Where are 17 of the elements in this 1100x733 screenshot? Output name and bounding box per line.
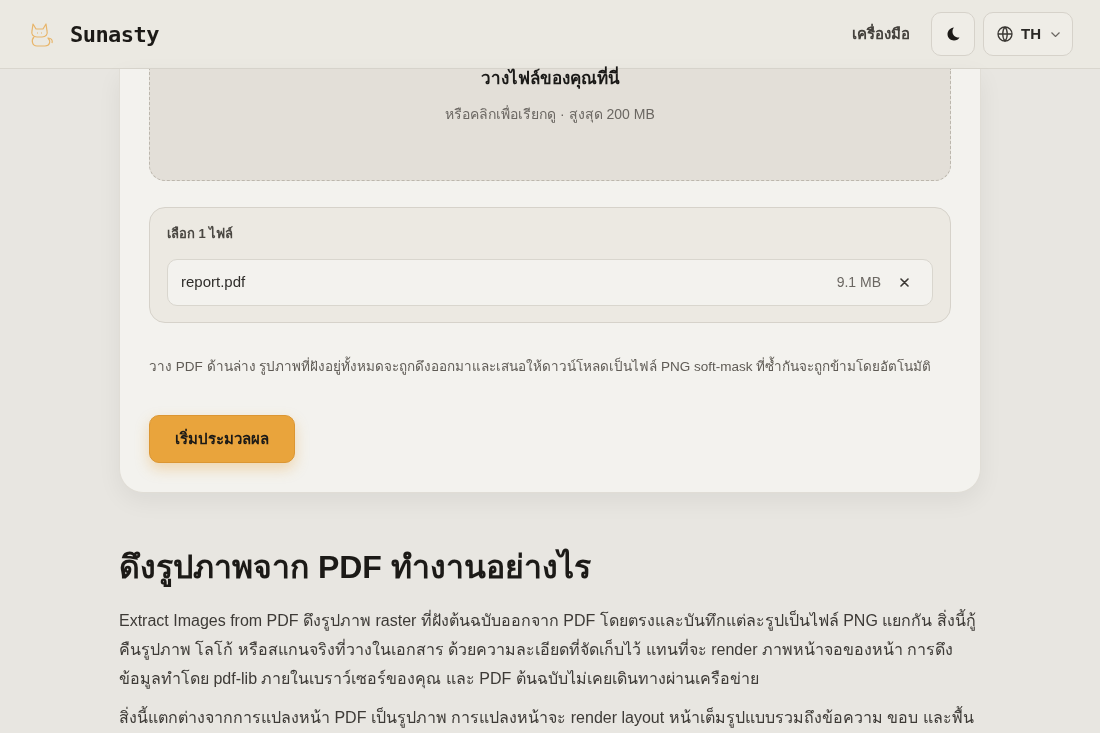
- brand-name[interactable]: Sunasty: [70, 17, 159, 51]
- chevron-down-icon: [1051, 31, 1060, 37]
- article-paragraph: สิ่งนี้แตกต่างจากการแปลงหน้า PDF เป็นรูปภาพ การแปลงหน้าจะ render layout หน้าเต็มรูปแบบรวมถึงข้อความ ขอบ และพื้น: [119, 704, 981, 732]
- file-size: 9.1 MB: [836, 273, 881, 292]
- dropzone-hint: หรือคลิกเพื่อเรียกดู · สูงสุด 200 MB: [445, 104, 655, 124]
- selected-files-label: เลือก 1 ไฟล์: [167, 225, 235, 243]
- theme-toggle-button[interactable]: [931, 12, 975, 56]
- moon-icon: [946, 27, 960, 41]
- globe-icon: [997, 26, 1013, 42]
- start-processing-button[interactable]: เริ่มประมวลผล: [149, 415, 295, 463]
- description-text: วาง PDF ด้านล่าง รูปภาพที่ฝังอยู่ทั้งหมดจะถูกดึงออกมาและเสนอให้ดาวน์โหลดเป็นไฟล์ PNG soft-mask ที่ซ้ำกันจะถูกข้ามโดยอัตโนมัติ: [149, 357, 951, 377]
- close-icon: [899, 278, 909, 287]
- language-button[interactable]: TH: [983, 12, 1073, 56]
- file-name: report.pdf: [181, 272, 246, 293]
- tools-link[interactable]: เครื่องมือ: [852, 22, 910, 46]
- article-paragraph: Extract Images from PDF ดึงรูปภาพ raster ที่ฝังต้นฉบับออกจาก PDF โดยตรงและบันทึกแต่ละรูปเป็นไฟล์ PNG แยกกัน สิ่งนี้กู้คืนรูปภาพ โลโก้ หรือสแกนจริงที่วางในเอกสาร ด้วยความละเอียดที่จัดเก็บไว้ แทนที่จะ render ภาพหน้าจอของหน้า การดึงข้อมูลทำโดย pdf-lib ภายในเบราว์เซอร์ของคุณ และ PDF ต้นฉบับไม่เคยเดินทางผ่านเครือข่าย: [119, 606, 981, 693]
- article-heading: ดึงรูปภาพจาก PDF ทำงานอย่างไร: [119, 547, 592, 587]
